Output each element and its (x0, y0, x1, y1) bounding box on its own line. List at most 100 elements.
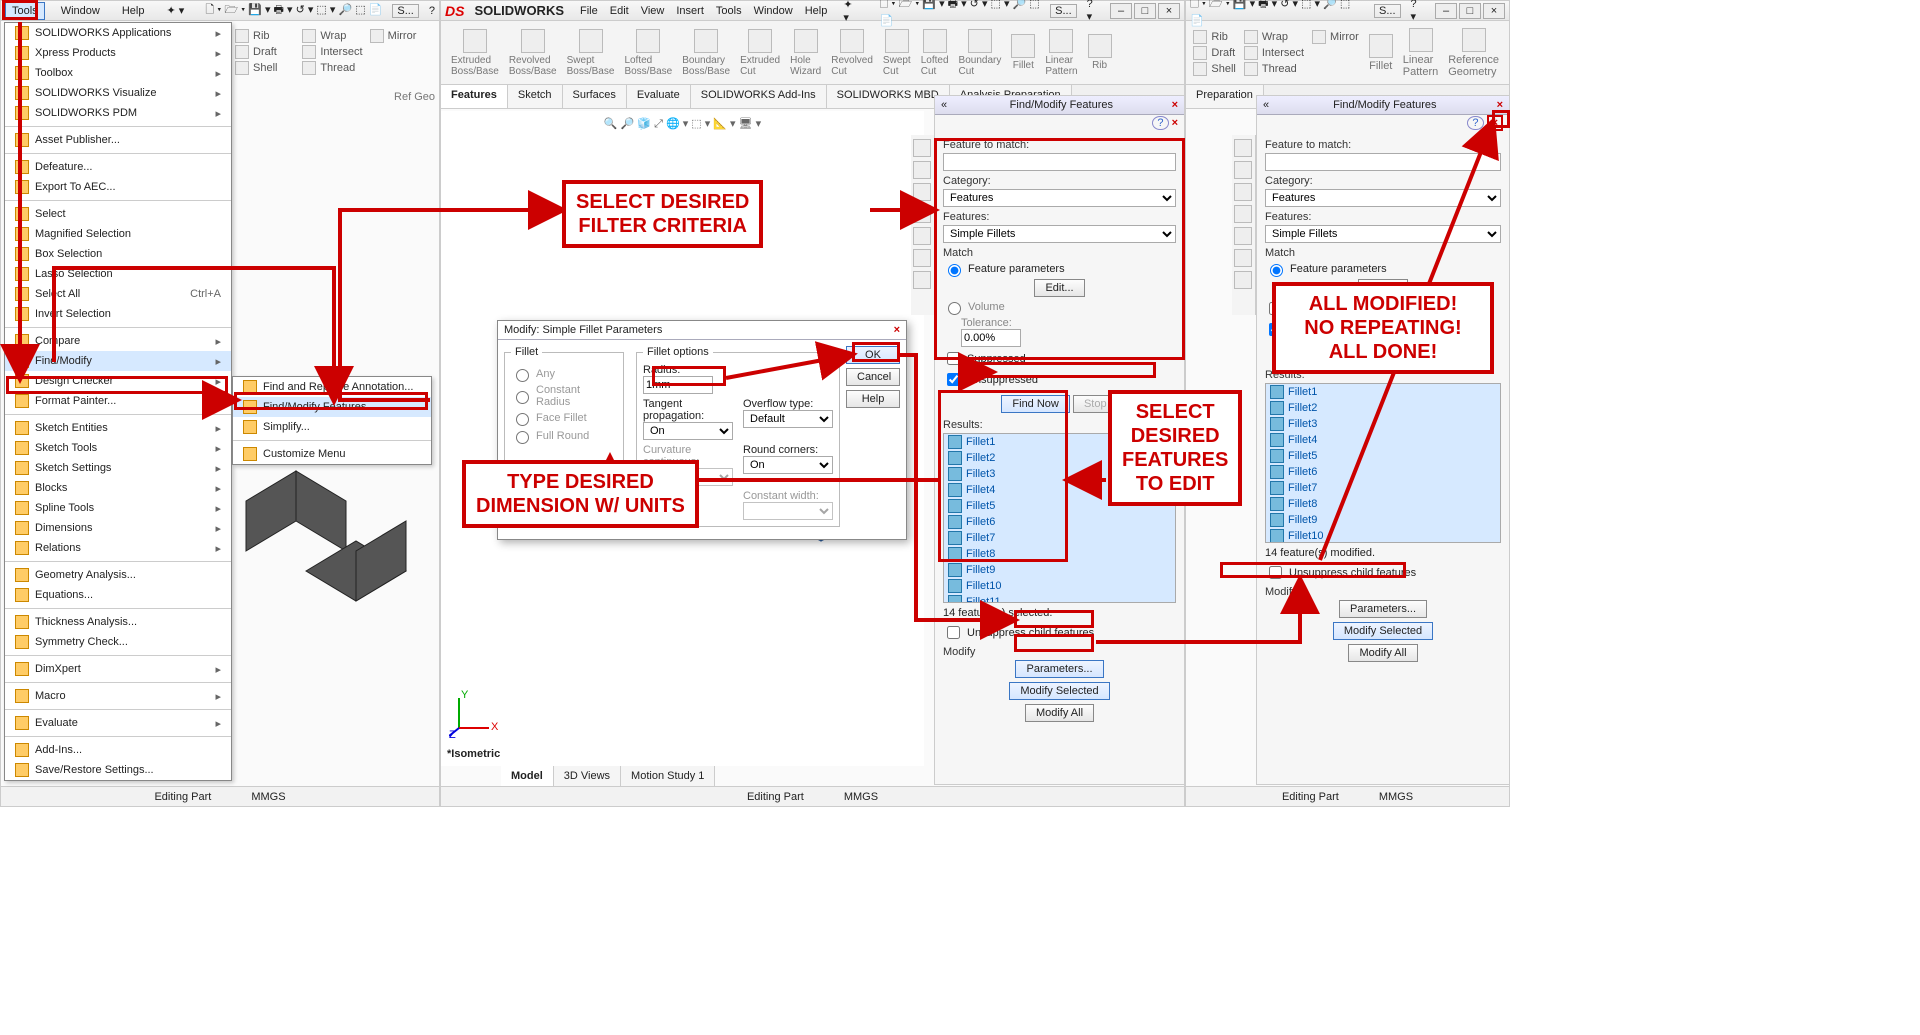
help-icon-r[interactable]: ? (1467, 116, 1483, 130)
tool-revolved-boss-base[interactable]: RevolvedBoss/Base (509, 29, 557, 77)
menu-item[interactable]: Blocks▸ (5, 478, 231, 498)
intersect-r[interactable]: Intersect (1244, 46, 1304, 60)
forum-icon-r[interactable] (1234, 271, 1252, 289)
menu-item[interactable]: SOLIDWORKS Applications▸ (5, 23, 231, 43)
list-item[interactable]: Fillet4 (1266, 432, 1500, 448)
menu-item[interactable]: Select (5, 204, 231, 224)
menu-item[interactable]: Spline Tools▸ (5, 498, 231, 518)
cancel-button[interactable]: Cancel (846, 368, 900, 386)
menu-insert[interactable]: Insert (670, 3, 710, 19)
appearances-icon-r[interactable] (1234, 227, 1252, 245)
unsup-child-check[interactable] (947, 626, 960, 639)
menu-item[interactable]: Symmetry Check... (5, 632, 231, 652)
menu-window[interactable]: Window (748, 3, 799, 19)
list-item[interactable]: Fillet11 (944, 594, 1175, 603)
menu-item[interactable]: Relations▸ (5, 538, 231, 558)
tab-surfaces[interactable]: Surfaces (563, 85, 627, 108)
fillet-r[interactable]: Fillet (1369, 34, 1393, 72)
parameters-button-r[interactable]: Parameters... (1339, 600, 1427, 618)
unsuppressed-check[interactable] (947, 373, 960, 386)
min-button[interactable]: – (1110, 3, 1132, 19)
thread-tool[interactable]: Thread (302, 61, 367, 75)
menu-item[interactable]: Xpress Products▸ (5, 43, 231, 63)
view-palette-icon[interactable] (913, 205, 931, 223)
list-item[interactable]: Fillet5 (1266, 448, 1500, 464)
max-button[interactable]: □ (1134, 3, 1156, 19)
tool-extruded-boss-base[interactable]: ExtrudedBoss/Base (451, 29, 499, 77)
resources-icon-r[interactable] (1234, 161, 1252, 179)
menu-edit[interactable]: Edit (604, 3, 635, 19)
list-item[interactable]: Fillet10 (944, 578, 1175, 594)
rib-r[interactable]: Rib (1193, 30, 1235, 44)
forum-icon[interactable] (913, 271, 931, 289)
menu-item[interactable]: Save/Restore Settings... (5, 760, 231, 780)
submenu-item[interactable]: Customize Menu (233, 444, 431, 464)
resources-icon[interactable] (913, 161, 931, 179)
btab-motion-study-[interactable]: Motion Study 1 (621, 766, 715, 786)
menu-item[interactable]: DimXpert▸ (5, 659, 231, 679)
opt-face[interactable] (516, 413, 529, 426)
menu-item[interactable]: Select AllCtrl+A (5, 284, 231, 304)
menu-help[interactable]: Help (116, 3, 151, 19)
tool-lofted-boss-base[interactable]: LoftedBoss/Base (624, 29, 672, 77)
search-box-right[interactable]: S... (1374, 4, 1401, 18)
tool-linear-pattern[interactable]: LinearPattern (1045, 29, 1077, 77)
library-icon-r[interactable] (1234, 183, 1252, 201)
menu-item[interactable]: Evaluate▸ (5, 713, 231, 733)
taskpane-icons-right[interactable] (1232, 135, 1256, 315)
appearances-icon[interactable] (913, 227, 931, 245)
menu-view[interactable]: View (635, 3, 671, 19)
menu-item[interactable]: Defeature... (5, 157, 231, 177)
menu-item[interactable]: Geometry Analysis... (5, 565, 231, 585)
menu-item[interactable]: Sketch Settings▸ (5, 458, 231, 478)
tool-swept-cut[interactable]: SweptCut (883, 29, 911, 77)
library-icon[interactable] (913, 183, 931, 201)
mirror-tool[interactable]: Mirror (370, 29, 435, 43)
btab-model[interactable]: Model (501, 766, 554, 786)
help-button[interactable]: Help (846, 390, 900, 408)
taskpane-icons-mid[interactable] (911, 135, 935, 315)
list-item[interactable]: Fillet9 (944, 562, 1175, 578)
rib-tool[interactable]: Rib (235, 29, 300, 43)
tool-boundary-boss-base[interactable]: BoundaryBoss/Base (682, 29, 730, 77)
opt-const[interactable] (516, 391, 529, 404)
tool-fillet[interactable]: Fillet (1011, 34, 1035, 71)
menu-file[interactable]: File (574, 3, 604, 19)
modify-selected-button[interactable]: Modify Selected (1009, 682, 1109, 700)
max-button-r[interactable]: □ (1459, 3, 1481, 19)
wrap-tool[interactable]: Wrap (302, 29, 367, 43)
panel-close-icon[interactable]: × (1172, 99, 1178, 111)
cat-select-r[interactable]: Features (1265, 189, 1501, 207)
list-item[interactable]: Fillet6 (1266, 464, 1500, 480)
menu-item[interactable]: Toolbox▸ (5, 63, 231, 83)
parameters-button[interactable]: Parameters... (1015, 660, 1103, 678)
btab--d-views[interactable]: 3D Views (554, 766, 621, 786)
menu-item[interactable]: Equations... (5, 585, 231, 605)
close-button-r[interactable]: × (1483, 3, 1505, 19)
results-list-r[interactable]: Fillet1Fillet2Fillet3Fillet4Fillet5Fille… (1265, 383, 1501, 543)
tool-lofted-cut[interactable]: LoftedCut (921, 29, 949, 77)
menu-item[interactable]: SOLIDWORKS Visualize▸ (5, 83, 231, 103)
menu-item[interactable]: Lasso Selection (5, 264, 231, 284)
shell-r[interactable]: Shell (1193, 62, 1235, 76)
menu-window[interactable]: Window (55, 3, 106, 19)
submenu-item[interactable]: Simplify... (233, 417, 431, 437)
modify-all-button[interactable]: Modify All (1025, 704, 1094, 722)
ftm-input-r[interactable] (1265, 153, 1501, 171)
menu-item[interactable]: Add-Ins... (5, 740, 231, 760)
tool-hole-wizard[interactable]: HoleWizard (790, 29, 821, 77)
menu-item[interactable]: Macro▸ (5, 686, 231, 706)
menu-item[interactable]: Invert Selection (5, 304, 231, 324)
tab-preparation[interactable]: Preparation (1186, 85, 1264, 108)
menu-item[interactable]: Find/Modify▸ (5, 351, 231, 371)
list-item[interactable]: Fillet9 (1266, 512, 1500, 528)
fp-radio-r[interactable] (1270, 264, 1283, 277)
tangent-select[interactable]: On (643, 422, 733, 440)
list-item[interactable]: Fillet1 (1266, 384, 1500, 400)
tab-solidworks-add-ins[interactable]: SOLIDWORKS Add-Ins (691, 85, 827, 108)
modify-all-button-r[interactable]: Modify All (1348, 644, 1417, 662)
menu-item[interactable]: Sketch Tools▸ (5, 438, 231, 458)
tool-extruded-cut[interactable]: ExtrudedCut (740, 29, 780, 77)
thread-r[interactable]: Thread (1244, 62, 1304, 76)
menu-item[interactable]: Compare▸ (5, 331, 231, 351)
